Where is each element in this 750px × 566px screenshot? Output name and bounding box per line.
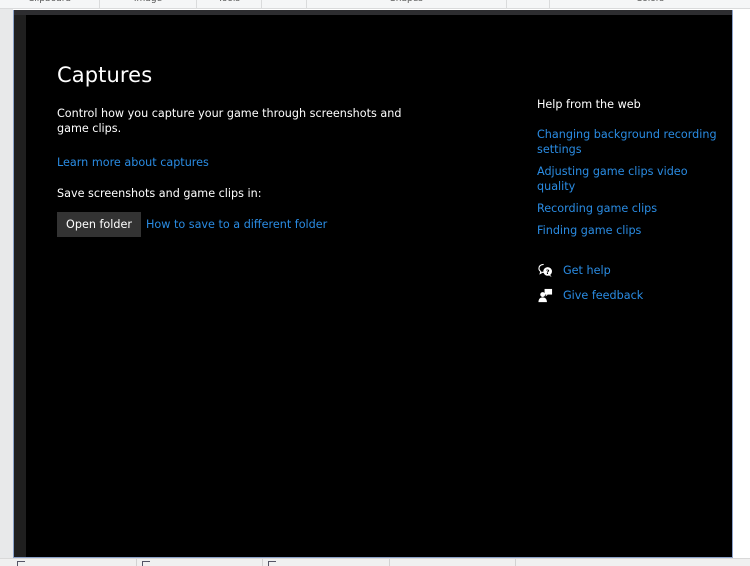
help-link-recording-clips[interactable]: Recording game clips bbox=[537, 201, 727, 216]
settings-content: Captures Control how you capture your ga… bbox=[26, 15, 732, 557]
how-to-save-link[interactable]: How to save to a different folder bbox=[146, 218, 327, 231]
get-help-row[interactable]: ? Get help bbox=[537, 261, 643, 279]
ribbon-group-colors[interactable]: Colors bbox=[550, 0, 750, 8]
ribbon-group-image[interactable]: Image bbox=[100, 0, 197, 8]
ribbon-group-tools[interactable]: Tools bbox=[197, 0, 262, 8]
get-help-link[interactable]: Get help bbox=[563, 264, 611, 277]
give-feedback-row[interactable]: Give feedback bbox=[537, 286, 643, 304]
help-link-video-quality[interactable]: Adjusting game clips video quality bbox=[537, 164, 727, 194]
ribbon-group-brushes[interactable] bbox=[262, 0, 307, 8]
paint-status-bar bbox=[0, 558, 750, 566]
cursor-position-icon bbox=[17, 561, 25, 566]
window-left-pane bbox=[14, 15, 26, 557]
support-section: ? Get help Give feedback bbox=[537, 261, 643, 311]
feedback-icon bbox=[537, 287, 553, 303]
ribbon-group-shapes[interactable]: Shapes bbox=[307, 0, 507, 8]
save-location-label: Save screenshots and game clips in: bbox=[57, 187, 262, 200]
screen: Clipboard Image Tools Shapes Colors Capt… bbox=[0, 0, 750, 566]
svg-text:?: ? bbox=[545, 267, 549, 275]
image-size-icon bbox=[268, 561, 276, 566]
help-link-background-recording[interactable]: Changing background recording settings bbox=[537, 127, 727, 157]
help-links: Changing background recording settings A… bbox=[537, 127, 727, 245]
paint-ribbon: Clipboard Image Tools Shapes Colors bbox=[0, 0, 750, 9]
settings-window: Captures Control how you capture your ga… bbox=[13, 10, 733, 558]
status-separator bbox=[389, 559, 390, 566]
selection-size-icon bbox=[142, 561, 150, 566]
paint-canvas bbox=[733, 9, 750, 558]
status-separator bbox=[515, 559, 516, 566]
open-folder-button[interactable]: Open folder bbox=[57, 212, 141, 237]
help-link-finding-clips[interactable]: Finding game clips bbox=[537, 223, 727, 238]
learn-more-link[interactable]: Learn more about captures bbox=[57, 156, 209, 169]
status-separator bbox=[136, 559, 137, 566]
get-help-icon: ? bbox=[537, 262, 553, 278]
page-title: Captures bbox=[57, 63, 153, 87]
status-separator bbox=[262, 559, 263, 566]
ribbon-group-clipboard[interactable]: Clipboard bbox=[0, 0, 100, 8]
give-feedback-link[interactable]: Give feedback bbox=[563, 289, 643, 302]
paint-canvas-margin bbox=[0, 9, 13, 558]
help-heading: Help from the web bbox=[537, 98, 641, 111]
page-description: Control how you capture your game throug… bbox=[57, 107, 402, 135]
ribbon-group-size[interactable] bbox=[507, 0, 550, 8]
